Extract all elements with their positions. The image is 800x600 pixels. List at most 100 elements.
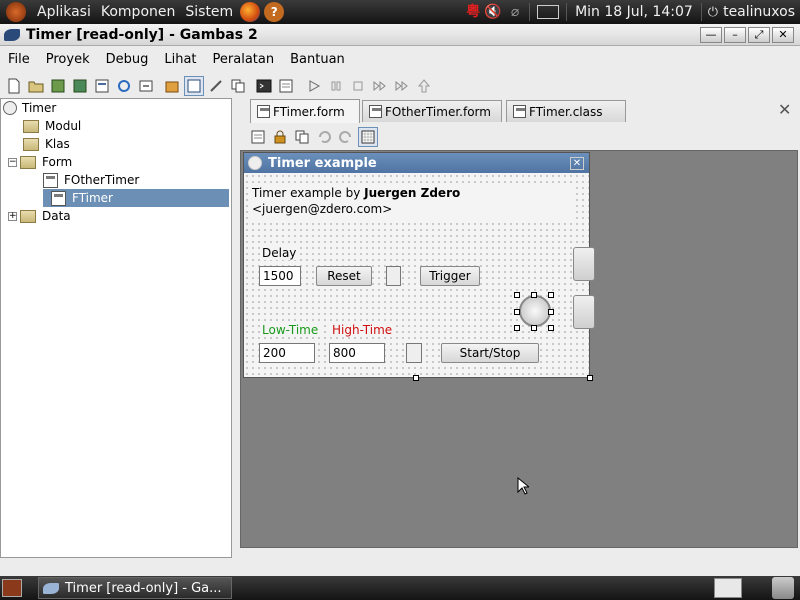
grid-icon[interactable] — [358, 127, 378, 147]
timer-project-icon — [3, 101, 17, 115]
mouse-pointer-icon — [517, 476, 531, 498]
stop-icon[interactable] — [348, 76, 368, 96]
properties-icon[interactable] — [248, 127, 268, 147]
tree-root[interactable]: Timer — [3, 99, 59, 117]
undo-icon[interactable] — [314, 127, 334, 147]
maximize-button[interactable]: ⤢ — [748, 26, 770, 43]
selection-handle[interactable] — [514, 325, 520, 331]
new-project-icon[interactable] — [4, 76, 24, 96]
timer-control-icon[interactable] — [519, 295, 551, 327]
tree-item-fothertimer[interactable]: FOtherTimer — [43, 171, 142, 189]
redo-icon[interactable] — [336, 127, 356, 147]
form-icon — [369, 105, 382, 118]
menu-lihat[interactable]: Lihat — [156, 52, 204, 67]
menu-peralatan[interactable]: Peralatan — [205, 52, 283, 67]
project-tree[interactable]: Timer Modul Klas − Form FOtherTimer FTim… — [0, 98, 232, 558]
copy-icon[interactable] — [228, 76, 248, 96]
tab-ftimer-class[interactable]: FTimer.class — [506, 100, 626, 122]
distro-logo-icon[interactable] — [6, 2, 26, 22]
startstop-button[interactable]: Start/Stop — [441, 343, 539, 363]
toolbox-timer-icon[interactable] — [573, 247, 595, 281]
form-preview[interactable]: Timer example ✕ Timer example by Juergen… — [243, 152, 590, 378]
tree-item-form[interactable]: − Form — [8, 153, 75, 171]
form-editor-icon[interactable] — [184, 76, 204, 96]
low-time-input[interactable]: 200 — [259, 343, 315, 363]
make-executable-icon[interactable] — [136, 76, 156, 96]
volume-icon[interactable]: 🔇 — [482, 4, 504, 20]
expand-icon[interactable]: + — [8, 211, 17, 221]
package-icon[interactable] — [162, 76, 182, 96]
save-project-icon[interactable] — [48, 76, 68, 96]
tree-item-ftimer[interactable]: FTimer — [43, 189, 229, 207]
selection-handle[interactable] — [548, 325, 554, 331]
power-icon[interactable]: ⏻ — [708, 5, 718, 20]
selection-handle[interactable] — [548, 309, 554, 315]
return-icon[interactable] — [414, 76, 434, 96]
step-icon[interactable] — [370, 76, 390, 96]
toolbox-timer-icon[interactable] — [573, 295, 595, 329]
update-notifier-icon[interactable]: 粤 — [464, 3, 482, 21]
menu-bantuan[interactable]: Bantuan — [282, 52, 353, 67]
splitter-handle[interactable] — [233, 98, 239, 558]
show-desktop-icon[interactable] — [2, 579, 22, 597]
menu-sistem[interactable]: Sistem — [180, 4, 238, 20]
folder-icon — [23, 119, 39, 133]
tree-item-klas[interactable]: Klas — [23, 135, 73, 153]
console-icon[interactable] — [276, 76, 296, 96]
selection-handle[interactable] — [514, 292, 520, 298]
terminal-icon[interactable] — [254, 76, 274, 96]
tree-item-data[interactable]: + Data — [8, 207, 74, 225]
close-tab-icon[interactable]: ✕ — [778, 100, 791, 119]
selection-handle[interactable] — [531, 292, 537, 298]
minimize-button[interactable]: – — [724, 26, 746, 43]
tools-icon[interactable] — [206, 76, 226, 96]
lock-icon[interactable] — [270, 127, 290, 147]
high-time-input[interactable]: 800 — [329, 343, 385, 363]
open-project-icon[interactable] — [26, 76, 46, 96]
selection-handle[interactable] — [548, 292, 554, 298]
menu-aplikasi[interactable]: Aplikasi — [32, 4, 96, 20]
menu-proyek[interactable]: Proyek — [38, 52, 98, 67]
form-icon — [257, 105, 270, 118]
gambas-app-icon — [43, 582, 59, 594]
network-icon[interactable]: ⌀ — [504, 4, 526, 20]
folder-icon — [23, 137, 39, 151]
menubar: File Proyek Debug Lihat Peralatan Bantua… — [0, 48, 800, 70]
taskbar-window-button[interactable]: Timer [read-only] - Ga... — [38, 577, 232, 599]
class-icon — [513, 105, 526, 118]
refresh-icon[interactable] — [114, 76, 134, 96]
user-name[interactable]: tealinuxos — [718, 4, 800, 20]
firefox-icon[interactable] — [240, 2, 261, 22]
reset-button[interactable]: Reset — [316, 266, 372, 286]
delay-input[interactable]: 1500 — [259, 266, 301, 286]
window-titlebar[interactable]: Timer [read-only] - Gambas 2 — – ⤢ ✕ — [0, 24, 800, 46]
pause-icon[interactable] — [326, 76, 346, 96]
form-resize-handle[interactable] — [413, 375, 419, 381]
tree-item-modul[interactable]: Modul — [23, 117, 84, 135]
trash-icon[interactable] — [772, 577, 794, 599]
help-icon[interactable]: ? — [264, 2, 285, 22]
menu-file[interactable]: File — [0, 52, 38, 67]
trigger-button[interactable]: Trigger — [420, 266, 480, 286]
menu-komponen[interactable]: Komponen — [96, 4, 181, 20]
selection-handle[interactable] — [514, 309, 520, 315]
workspace-switcher-icon[interactable] — [714, 578, 742, 598]
copy-icon[interactable] — [292, 127, 312, 147]
timer-form-icon — [248, 156, 262, 170]
tab-ftimer-form[interactable]: FTimer.form — [250, 99, 360, 123]
selection-handle[interactable] — [531, 325, 537, 331]
run-icon[interactable] — [304, 76, 324, 96]
clock[interactable]: Min 18 Jul, 14:07 — [570, 4, 698, 20]
window-menu-button[interactable]: — — [700, 26, 722, 43]
collapse-icon[interactable]: − — [8, 157, 17, 167]
form-close-icon[interactable]: ✕ — [570, 156, 584, 170]
properties-icon[interactable] — [92, 76, 112, 96]
save-as-icon[interactable] — [70, 76, 90, 96]
form-body: Timer example by Juergen Zdero <juergen@… — [244, 173, 589, 377]
close-button[interactable]: ✕ — [772, 26, 794, 43]
forward-icon[interactable] — [392, 76, 412, 96]
tab-fothertimer-form[interactable]: FOtherTimer.form — [362, 100, 502, 122]
mail-icon[interactable] — [537, 5, 560, 19]
menu-debug[interactable]: Debug — [98, 52, 157, 67]
form-resize-handle[interactable] — [587, 375, 593, 381]
